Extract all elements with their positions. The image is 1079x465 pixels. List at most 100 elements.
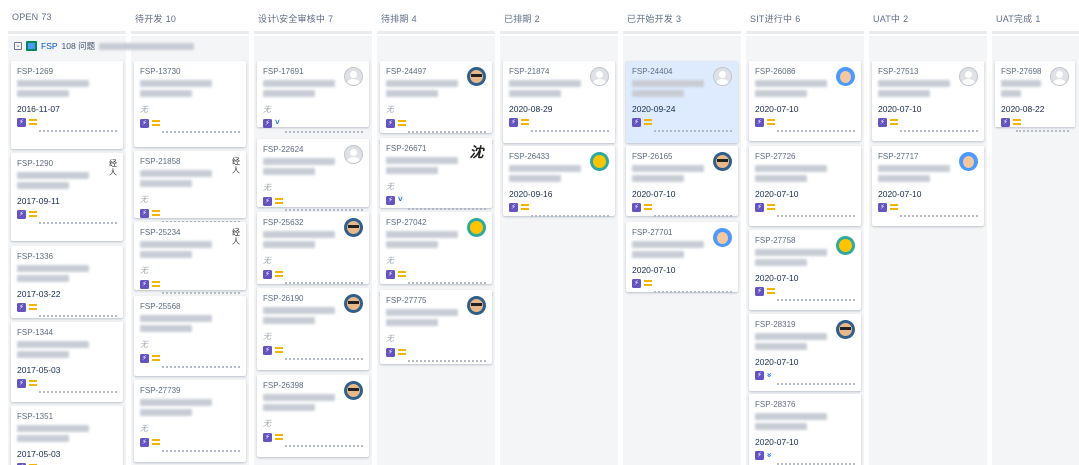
issue-card[interactable]: FSP-13512017-05-03⚡ (11, 406, 123, 465)
issue-card[interactable]: FSP-24404 2020-09-24 ⚡ (626, 61, 738, 143)
redacted-text (17, 90, 69, 97)
user-avatar-image[interactable]: 经 人 (98, 159, 117, 178)
redacted-text (509, 175, 561, 182)
issue-key[interactable]: FSP-1269 (17, 67, 117, 77)
column-header-to-develop[interactable]: 待开发 10 (131, 0, 249, 36)
issue-card[interactable]: FSP-28319 2020-07-10 ⚡» (749, 314, 861, 391)
issue-card[interactable]: FSP-1336 2017-03-22 ⚡ (11, 246, 123, 318)
card-meta: ⚡ (632, 202, 732, 212)
user-avatar-image[interactable]: 经 人 (221, 157, 240, 176)
issue-card[interactable]: FSP-26086 2020-07-10 ⚡ (749, 61, 861, 141)
sub-progress-dots (39, 130, 117, 132)
issue-card[interactable]: FSP-13730 无 ⚡ (134, 61, 246, 147)
sub-progress-dots (777, 215, 855, 217)
issue-card[interactable]: FSP-27042 无 ⚡ (380, 212, 492, 284)
issue-card[interactable]: FSP-17691 无 ⚡ ˅ (257, 61, 369, 133)
issue-card[interactable]: FSP-27717 2020-07-10 ⚡ (872, 146, 984, 226)
column-header-uat-done[interactable]: UAT完成 1 (992, 0, 1079, 36)
column-header-open[interactable]: OPEN 73 (8, 0, 126, 36)
user-avatar[interactable] (467, 67, 486, 86)
issue-key[interactable]: FSP-27739 (140, 386, 240, 396)
issue-key[interactable]: FSP-1344 (17, 328, 117, 338)
sub-progress-dots (777, 383, 855, 385)
user-avatar[interactable] (344, 218, 363, 237)
estimate-none: 无 (140, 195, 148, 204)
issue-card[interactable]: FSP-25632 无 ⚡ (257, 212, 369, 284)
default-avatar[interactable] (344, 145, 363, 164)
default-avatar[interactable] (959, 67, 978, 86)
default-avatar[interactable] (713, 67, 732, 86)
default-avatar[interactable] (590, 67, 609, 86)
card-meta: ⚡ (632, 278, 732, 288)
user-avatar[interactable] (836, 236, 855, 255)
redacted-text (263, 394, 335, 401)
issue-key[interactable]: FSP-27726 (755, 152, 855, 162)
story-icon: ⚡ (755, 286, 764, 296)
column-header-in-development[interactable]: 已开始开发 3 (623, 0, 741, 36)
issue-card[interactable]: FSP-28376 2020-07-10 ⚡» (749, 394, 861, 465)
estimate-none: 无 (140, 424, 148, 433)
user-avatar[interactable] (467, 296, 486, 315)
swimlane-issue-count: 108 问题 (61, 41, 96, 51)
redacted-text (755, 259, 807, 266)
issue-key[interactable]: FSP-28376 (755, 400, 855, 410)
column-header-sit[interactable]: SIT进行中 6 (746, 0, 864, 36)
user-avatar[interactable] (836, 67, 855, 86)
issue-card[interactable]: FSP-26398 无 ⚡ (257, 375, 369, 457)
issue-key[interactable]: FSP-1351 (17, 412, 117, 422)
issue-card[interactable]: FSP-24497 无 ⚡ (380, 61, 492, 133)
user-avatar-text[interactable]: 沈 (467, 144, 486, 163)
user-avatar[interactable] (959, 152, 978, 171)
user-avatar[interactable] (836, 320, 855, 339)
priority-medium-icon (152, 120, 160, 126)
issue-card[interactable]: FSP-27701 2020-07-10 ⚡ (626, 222, 738, 293)
issue-card[interactable]: FSP-27513 2020-07-10 ⚡ (872, 61, 984, 141)
user-avatar[interactable] (713, 228, 732, 247)
issue-card[interactable]: FSP-27739 无 ⚡ (134, 380, 246, 462)
column-header-to-schedule[interactable]: 待排期 4 (377, 0, 495, 36)
story-icon: ⚡ (263, 196, 272, 206)
issue-key[interactable]: FSP-25568 (140, 302, 240, 312)
issue-card[interactable]: FSP-27726 2020-07-10 ⚡ (749, 146, 861, 226)
issue-key[interactable]: FSP-1336 (17, 252, 117, 262)
user-avatar-image[interactable]: 经 人 (221, 228, 240, 247)
issue-card[interactable]: FSP-27758 2020-07-10 ⚡ (749, 230, 861, 310)
issue-card[interactable]: FSP-1290 2017-09-11 ⚡ 经 人 (11, 153, 123, 241)
due-date: 2020-07-10 (878, 104, 922, 114)
chevron-down-icon[interactable]: ⌄ (14, 42, 22, 50)
user-avatar[interactable] (713, 152, 732, 171)
issue-card[interactable]: FSP-26190 无 ⚡ (257, 288, 369, 370)
estimate-none: 无 (263, 332, 271, 341)
issue-card[interactable]: FSP-25234 无 ⚡ 经 人 (134, 222, 246, 294)
priority-medium-icon (275, 434, 283, 440)
issue-card[interactable]: FSP-22624 无 ⚡ (257, 139, 369, 211)
issue-card[interactable]: FSP-27698 2020-08-22 ⚡ (995, 61, 1075, 132)
issue-card[interactable]: FSP-26433 2020-09-16 ⚡ (503, 146, 615, 217)
user-avatar[interactable] (590, 152, 609, 171)
issue-card[interactable]: FSP-25568 无 ⚡ (134, 296, 246, 376)
default-avatar[interactable] (1050, 67, 1069, 86)
swimlane-header[interactable]: ⌄ FSP 108 问题 (14, 38, 195, 54)
priority-medium-icon (521, 119, 529, 125)
default-avatar[interactable] (344, 67, 363, 86)
issue-card[interactable]: FSP-27775 无 ⚡ (380, 290, 492, 364)
user-avatar[interactable] (467, 218, 486, 237)
issue-card[interactable]: FSP-26165 2020-07-10 ⚡ (626, 146, 738, 217)
issue-card[interactable]: FSP-1344 2017-05-03 ⚡ (11, 322, 123, 402)
redacted-text (509, 90, 561, 97)
issue-card[interactable]: FSP-21874 2020-08-29 ⚡ (503, 61, 615, 143)
user-avatar[interactable] (344, 381, 363, 400)
column-header-design-review[interactable]: 设计\安全审核中 7 (254, 0, 372, 36)
redacted-text (755, 80, 827, 87)
redacted-text (140, 241, 212, 248)
column-header-row: OPEN 73 待开发 10 设计\安全审核中 7 待排期 4 已排期 2 已开始开发 3 … (0, 0, 1079, 36)
due-date: 2020-07-10 (878, 189, 922, 199)
user-avatar[interactable] (344, 294, 363, 313)
issue-card[interactable]: FSP-26671 无 ⚡ ˅ 沈 (380, 138, 492, 210)
column-header-scheduled[interactable]: 已排期 2 (500, 0, 618, 36)
issue-card[interactable]: FSP-21858 无 ⚡ 经 人 (134, 151, 246, 223)
column-header-uat[interactable]: UAT中 2 (869, 0, 987, 36)
issue-card[interactable]: FSP-1269 2016-11-07 ⚡ (11, 61, 123, 149)
issue-key[interactable]: FSP-13730 (140, 67, 240, 77)
sub-progress-dots (1015, 130, 1069, 132)
